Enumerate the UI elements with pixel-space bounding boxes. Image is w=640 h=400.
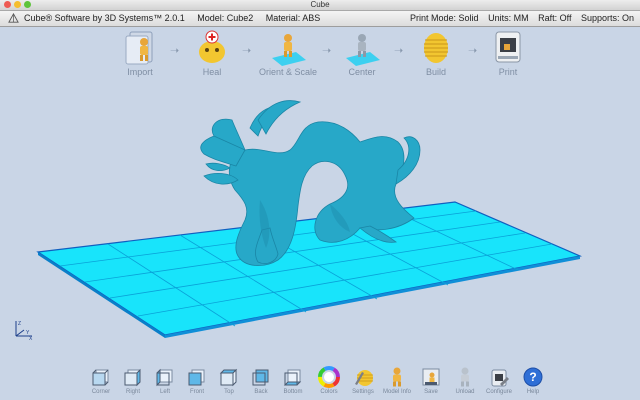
svg-text:?: ?: [529, 370, 536, 384]
window-title: Cube: [310, 0, 330, 9]
save-icon: [422, 368, 440, 386]
build-plate: [36, 201, 583, 338]
supports-info: Supports: On: [580, 13, 634, 23]
view-bottom-button[interactable]: Bottom: [278, 366, 308, 395]
model-info-button[interactable]: Model Info: [382, 366, 412, 395]
workflow-step-import[interactable]: Import: [112, 28, 168, 77]
orient-figure-icon: [272, 34, 306, 66]
toolbar-button-label: Colors: [320, 389, 338, 395]
settings-icon: [355, 370, 373, 386]
toolbar-button-label: Settings: [352, 389, 374, 395]
toolbar-button-label: Right: [125, 389, 140, 395]
toolbar-button-label: Front: [189, 389, 204, 395]
build-plate-viewport[interactable]: [0, 80, 640, 362]
toolbar-button-label: Save: [424, 389, 438, 395]
workflow-step-label: Center: [348, 67, 376, 77]
minimize-window-icon[interactable]: [14, 1, 21, 8]
svg-text:Z: Z: [18, 321, 21, 327]
arrow-right-icon: ➝: [322, 45, 332, 57]
model-info: Model: Cube2: [197, 13, 254, 23]
settings-button[interactable]: Settings: [348, 366, 378, 395]
workflow-step-label: Orient & Scale: [258, 67, 318, 77]
printer-icon: [495, 31, 521, 63]
workflow-step-print[interactable]: Print: [480, 28, 536, 77]
axis-indicator-icon: Z Y X: [15, 321, 33, 340]
zoom-window-icon[interactable]: [24, 1, 31, 8]
status-info-bar: Cube® Software by 3D Systems™ 2.0.1 Mode…: [0, 11, 640, 27]
help-button[interactable]: ? Help: [518, 366, 548, 395]
workflow-step-label: Build: [425, 67, 446, 77]
workflow-step-label: Print: [498, 67, 518, 77]
toolbar-button-label: Model Info: [382, 389, 412, 395]
arrow-right-icon: ➝: [242, 45, 252, 57]
view-corner-button[interactable]: Corner: [86, 366, 116, 395]
unload-button[interactable]: Unload: [450, 366, 480, 395]
arrow-right-icon: ➝: [468, 45, 478, 57]
help-icon: ?: [523, 367, 543, 387]
toolbar-button-label: Left: [159, 389, 170, 395]
toolbar-button-label: Configure: [485, 389, 512, 395]
save-button[interactable]: Save: [416, 366, 446, 395]
cube-logo-icon: [8, 13, 19, 23]
app-name: Cube® Software by 3D Systems™ 2.0.1: [24, 13, 185, 23]
workflow-step-center[interactable]: Center: [334, 28, 390, 77]
window-controls: [4, 1, 31, 8]
view-front-icon: [188, 369, 205, 386]
units-info: Units: MM: [488, 13, 529, 23]
configure-icon: [491, 369, 509, 387]
toolbar-button-label: Help: [526, 389, 540, 395]
workflow-step-build[interactable]: Build: [408, 28, 464, 77]
view-top-button[interactable]: Top: [214, 366, 244, 395]
view-corner-icon: [92, 369, 109, 386]
arrow-right-icon: ➝: [394, 45, 404, 57]
svg-text:X: X: [29, 336, 33, 340]
material-info: Material: ABS: [265, 13, 321, 23]
view-left-icon: [156, 368, 173, 387]
toolbar-button-label: Top: [224, 389, 234, 395]
workflow-step-label: Import: [127, 67, 153, 77]
view-right-icon: [124, 368, 141, 387]
workflow-step-heal[interactable]: Heal: [184, 28, 240, 77]
center-figure-icon: [346, 34, 380, 66]
workflow-step-orient-scale[interactable]: Orient & Scale: [256, 28, 320, 77]
window-titlebar: Cube: [0, 0, 640, 11]
bottom-toolbar: Corner Right Left Front Top Back Bottom …: [86, 366, 566, 400]
colors-button[interactable]: Colors: [314, 366, 344, 395]
raft-info: Raft: Off: [538, 13, 572, 23]
print-mode-info: Print Mode: Solid: [410, 13, 479, 23]
view-back-button[interactable]: Back: [246, 366, 276, 395]
workflow-bar: Import ➝ Heal ➝ Orient & Scale ➝ Center: [110, 28, 530, 80]
close-window-icon[interactable]: [4, 1, 11, 8]
toolbar-button-label: Corner: [91, 389, 111, 395]
build-layers-icon: [424, 33, 448, 63]
configure-button[interactable]: Configure: [484, 366, 514, 395]
heal-figure-icon: [199, 30, 225, 63]
view-left-button[interactable]: Left: [150, 366, 180, 395]
model-info-icon: [393, 367, 401, 387]
view-back-icon: [252, 369, 269, 386]
view-right-button[interactable]: Right: [118, 366, 148, 395]
unload-icon: [461, 367, 469, 387]
toolbar-button-label: Unload: [455, 389, 475, 395]
folder-figure-icon: [125, 31, 153, 65]
view-bottom-icon: [283, 369, 302, 386]
toolbar-button-label: Back: [254, 389, 268, 395]
view-front-button[interactable]: Front: [182, 366, 212, 395]
workflow-step-label: Heal: [202, 67, 222, 77]
view-top-icon: [219, 368, 238, 387]
toolbar-button-label: Bottom: [283, 389, 303, 395]
color-wheel-icon: [318, 366, 340, 388]
arrow-right-icon: ➝: [170, 45, 180, 57]
